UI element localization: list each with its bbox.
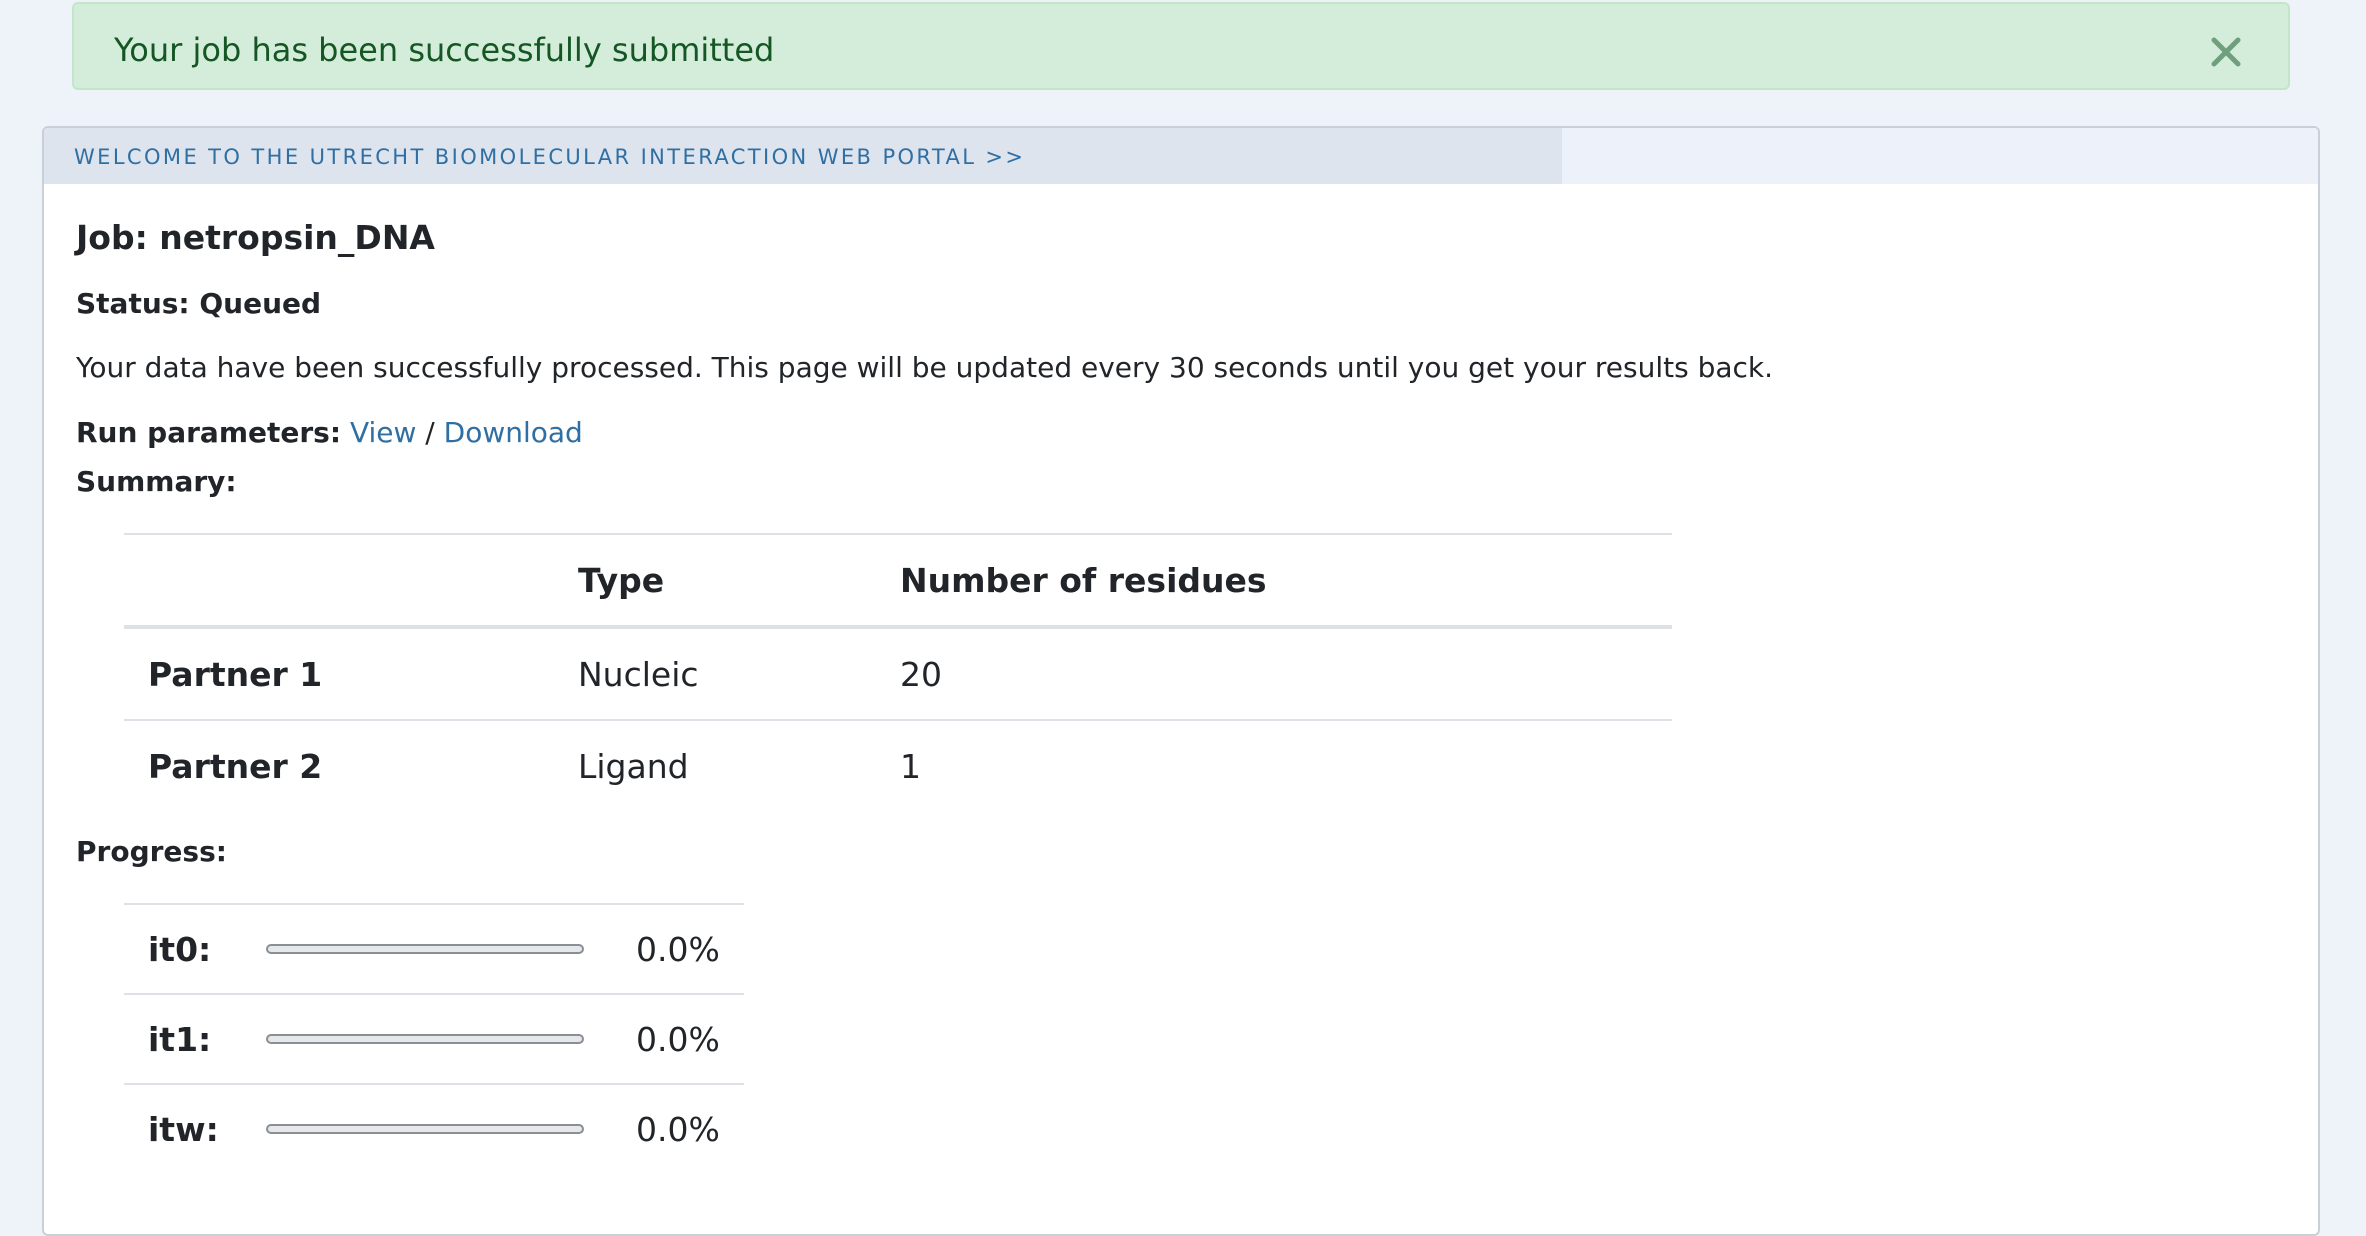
summary-header-row: Type Number of residues <box>124 534 1672 627</box>
run-parameters: Run parameters: View / Download <box>76 415 583 451</box>
progress-value: 0.0% <box>636 1019 720 1059</box>
partner-residues: 20 <box>900 654 942 694</box>
run-parameters-label: Run parameters: <box>76 416 342 449</box>
link-separator: / <box>425 416 435 449</box>
table-row: Partner 2 Ligand 1 <box>124 720 1672 811</box>
column-header-type: Type <box>578 560 665 600</box>
success-alert: Your job has been successfully submitted <box>72 2 2290 90</box>
job-title: Job: netropsin_DNA <box>76 218 435 257</box>
alert-message: Your job has been successfully submitted <box>114 31 775 69</box>
card-header: WELCOME TO THE UTRECHT BIOMOLECULAR INTE… <box>44 128 2318 184</box>
partner-type: Ligand <box>578 746 689 786</box>
partner-name: Partner 2 <box>148 746 323 786</box>
progress-row: itw: 0.0% <box>124 1084 744 1173</box>
progress-row: it0: 0.0% <box>124 904 744 994</box>
partner-residues: 1 <box>900 746 921 786</box>
progress-stage-name: it0: <box>148 929 212 969</box>
progress-table: it0: 0.0% it1: 0.0% itw: 0.0% <box>124 903 744 1173</box>
progress-value: 0.0% <box>636 1109 720 1149</box>
download-link[interactable]: Download <box>444 416 583 449</box>
job-card: WELCOME TO THE UTRECHT BIOMOLECULAR INTE… <box>42 126 2320 1236</box>
view-link[interactable]: View <box>350 416 416 449</box>
progress-bar <box>266 1124 584 1134</box>
progress-stage-name: itw: <box>148 1109 219 1149</box>
progress-label: Progress: <box>76 835 227 868</box>
summary-label: Summary: <box>76 465 237 498</box>
column-header-partner <box>124 534 578 627</box>
progress-bar <box>266 944 584 954</box>
partner-name: Partner 1 <box>148 654 323 694</box>
partner-type: Nucleic <box>578 654 699 694</box>
welcome-link[interactable]: WELCOME TO THE UTRECHT BIOMOLECULAR INTE… <box>74 145 1025 169</box>
job-description: Your data have been successfully process… <box>76 351 1774 384</box>
card-header-tab: WELCOME TO THE UTRECHT BIOMOLECULAR INTE… <box>44 128 1562 184</box>
progress-bar <box>266 1034 584 1044</box>
progress-value: 0.0% <box>636 929 720 969</box>
close-icon[interactable] <box>2208 34 2244 70</box>
job-status: Status: Queued <box>76 287 322 320</box>
table-row: Partner 1 Nucleic 20 <box>124 627 1672 720</box>
progress-row: it1: 0.0% <box>124 994 744 1084</box>
progress-stage-name: it1: <box>148 1019 212 1059</box>
summary-table: Type Number of residues Partner 1 Nuclei… <box>124 533 1672 811</box>
column-header-residues: Number of residues <box>900 560 1267 600</box>
